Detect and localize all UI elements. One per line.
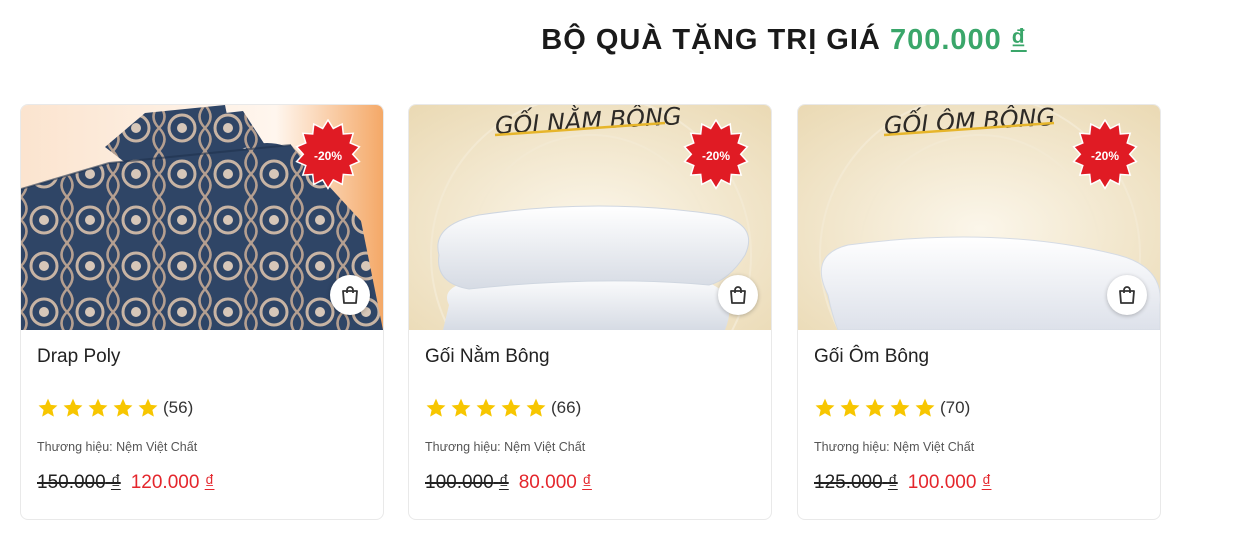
product-brand: Thương hiệu: Nệm Việt Chất	[425, 440, 586, 454]
discount-badge: -20%	[679, 118, 753, 193]
product-rating: (70)	[814, 397, 970, 419]
section-title-prefix: BỘ QUÀ TẶNG TRỊ GIÁ	[541, 24, 881, 56]
star-icon	[915, 398, 935, 417]
sale-price: 100.000 ₫	[907, 472, 992, 493]
discount-label: -20%	[701, 149, 730, 163]
discount-badge: -20%	[291, 118, 365, 193]
star-icon	[815, 398, 835, 417]
product-card[interactable]: GỐI ÔM BÔNG -20% Gối Ôm Bông (70) Thương…	[797, 104, 1161, 520]
product-rating: (56)	[37, 397, 193, 419]
product-price: 150.000 ₫ 120.000 ₫	[37, 472, 214, 494]
star-icon	[865, 398, 885, 417]
product-price: 100.000 ₫ 80.000 ₫	[425, 472, 592, 494]
star-icon	[890, 398, 910, 417]
add-to-cart-button[interactable]	[718, 275, 758, 315]
rating-stars	[37, 397, 159, 419]
product-brand: Thương hiệu: Nệm Việt Chất	[37, 440, 198, 454]
product-card[interactable]: GỐI NẰM BÔNG -20% Gối Nằm Bông (66) Thươ…	[408, 104, 772, 520]
star-icon	[113, 398, 133, 417]
star-icon	[63, 398, 83, 417]
shopping-bag-icon	[730, 286, 746, 304]
star-icon	[526, 398, 546, 417]
star-icon	[840, 398, 860, 417]
star-icon	[38, 398, 58, 417]
section-title-currency: ₫	[1010, 24, 1027, 56]
product-name[interactable]: Drap Poly	[37, 346, 120, 368]
discount-label: -20%	[1090, 149, 1119, 163]
discount-badge: -20%	[1068, 118, 1142, 193]
sale-price: 120.000 ₫	[130, 472, 215, 493]
star-icon	[476, 398, 496, 417]
rating-stars	[814, 397, 936, 419]
star-icon	[88, 398, 108, 417]
old-price: 125.000 ₫	[814, 472, 898, 493]
review-count: (66)	[551, 398, 582, 417]
discount-label: -20%	[313, 149, 342, 163]
product-price: 125.000 ₫ 100.000 ₫	[814, 472, 991, 494]
add-to-cart-button[interactable]	[1107, 275, 1147, 315]
star-icon	[501, 398, 521, 417]
review-count: (56)	[163, 398, 194, 417]
product-grid: -20% Drap Poly (56) Thương hiệu: Nệm Việ…	[20, 104, 1180, 520]
add-to-cart-button[interactable]	[330, 275, 370, 315]
shopping-bag-icon	[1119, 286, 1135, 304]
review-count: (70)	[940, 398, 971, 417]
star-icon	[138, 398, 158, 417]
star-icon	[426, 398, 446, 417]
product-rating: (66)	[425, 397, 581, 419]
section-title-amount: 700.000	[889, 24, 1002, 56]
product-card[interactable]: -20% Drap Poly (56) Thương hiệu: Nệm Việ…	[20, 104, 384, 520]
old-price: 150.000 ₫	[37, 472, 121, 493]
section-title: BỘ QUÀ TẶNG TRỊ GIÁ 700.000 ₫	[330, 24, 1238, 57]
product-name[interactable]: Gối Nằm Bông	[425, 346, 550, 368]
product-name[interactable]: Gối Ôm Bông	[814, 346, 929, 368]
sale-price: 80.000 ₫	[518, 472, 592, 493]
star-icon	[451, 398, 471, 417]
product-brand: Thương hiệu: Nệm Việt Chất	[814, 440, 975, 454]
shopping-bag-icon	[342, 286, 358, 304]
old-price: 100.000 ₫	[425, 472, 509, 493]
rating-stars	[425, 397, 547, 419]
